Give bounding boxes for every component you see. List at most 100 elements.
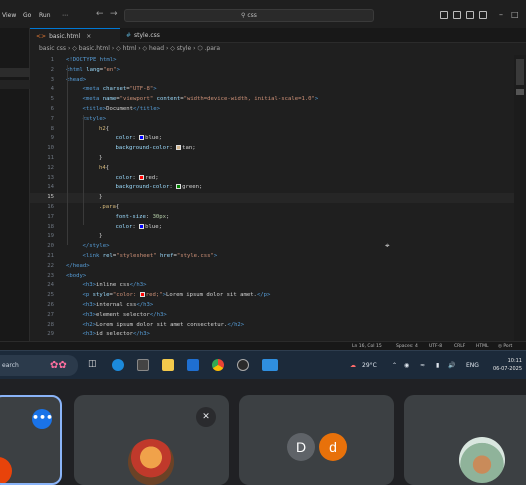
code-line[interactable]: 14 background-color: green; — [30, 183, 526, 193]
code-token: name — [102, 96, 117, 103]
clock-time: 10:11 — [507, 358, 522, 364]
code-line[interactable]: 21 <link rel="stylesheet" href="style.css… — [30, 252, 526, 262]
code-editor[interactable]: 1 <!DOCTYPE html> 2 <html lang="en"> 3 <head>… — [30, 55, 526, 341]
color-swatch[interactable] — [176, 184, 182, 190]
store-icon[interactable] — [137, 359, 149, 371]
language-indicator[interactable]: ENG — [466, 351, 479, 380]
file-explorer-icon[interactable] — [162, 359, 174, 371]
command-search[interactable]: ⚲ css — [124, 9, 374, 22]
line-number: 29 — [47, 331, 54, 338]
code-line[interactable]: 7 <style> — [30, 115, 526, 125]
settings-icon[interactable] — [237, 359, 249, 371]
code-line[interactable]: 12 h4{ — [30, 164, 526, 174]
code-line[interactable]: 26 <h3>internal css</h3> — [30, 301, 526, 311]
taskbar: earch ✿✿ ◫ ☁ 29°C ⌃ ◉ ≈ ▮ 🔊 ENG 10:11 06… — [0, 350, 526, 379]
code-token: <h3> — [82, 311, 96, 318]
participant-tile[interactable]: ✕ — [74, 395, 229, 485]
task-view-icon[interactable]: ◫ — [88, 359, 97, 369]
close-tab-icon[interactable]: × — [86, 33, 91, 40]
tab-basic-html[interactable]: <> basic.html × — [30, 28, 120, 43]
code-token: font-size — [115, 213, 146, 220]
line-number: 7 — [50, 115, 54, 122]
code-token: { — [105, 125, 110, 132]
toggle-sidebar-icon[interactable] — [440, 11, 448, 19]
code-line[interactable]: 8 h2{ — [30, 125, 526, 135]
code-text: <meta name="viewport" content="width=dev… — [83, 95, 319, 105]
forward-arrow-icon[interactable]: → — [110, 9, 118, 19]
code-line[interactable]: 24 <h3>inline css</h3> — [30, 281, 526, 291]
code-line[interactable]: 10 background-color: tan; — [30, 144, 526, 154]
code-line[interactable]: 17 font-size: 30px; — [30, 213, 526, 223]
code-line[interactable]: 2 <html lang="en"> — [30, 66, 526, 76]
code-line[interactable]: 19} — [30, 232, 526, 242]
code-line[interactable]: 4 <meta charset="UTF-8"> — [30, 85, 526, 95]
color-swatch[interactable] — [139, 135, 145, 141]
code-text: <style> — [83, 115, 107, 125]
code-line[interactable]: 29 <h3>id selector</h3> — [30, 330, 526, 340]
toggle-secondary-sidebar-icon[interactable] — [466, 11, 474, 19]
color-swatch[interactable] — [139, 223, 145, 229]
line-number: 19 — [47, 233, 54, 240]
clock[interactable]: 10:11 06-07-2025 — [493, 357, 522, 373]
color-swatch[interactable] — [139, 292, 145, 298]
code-line[interactable]: 23 <body> — [30, 272, 526, 282]
vscode-icon[interactable] — [262, 359, 278, 371]
code-token: "stylesheet" — [116, 253, 160, 259]
title-bar: View Go Run ⋯ ← → ⚲ css – □ — [0, 0, 526, 28]
code-line[interactable]: 28 <h2>Lorem ipsum dolor sit amet consect… — [30, 321, 526, 331]
tab-style-css[interactable]: # style.css — [120, 28, 180, 43]
code-line[interactable]: 9 color: blue; — [30, 134, 526, 144]
code-line[interactable]: 1 <!DOCTYPE html> — [30, 56, 526, 66]
participant-tile[interactable] — [404, 395, 526, 485]
minimap[interactable] — [514, 55, 526, 341]
customize-layout-icon[interactable] — [479, 11, 487, 19]
code-line[interactable]: 16 .para{ — [30, 203, 526, 213]
code-line[interactable]: 18 color: blue; — [30, 223, 526, 233]
editor-tabs: <> basic.html × # style.css — [30, 28, 526, 43]
minimap-block — [516, 89, 524, 95]
speaker-icon[interactable]: 🔊 — [448, 351, 455, 380]
taskbar-search[interactable]: earch ✿✿ — [0, 355, 78, 376]
code-text: <title>Document</title> — [83, 105, 160, 115]
minimize-button[interactable]: – — [499, 10, 503, 19]
network-icon[interactable]: ◉ — [404, 351, 409, 380]
menu-run[interactable]: Run — [39, 12, 51, 19]
maximize-button[interactable]: □ — [511, 10, 519, 19]
menu-view[interactable]: View — [2, 12, 16, 19]
chevron-up-icon[interactable]: ⌃ — [392, 351, 397, 380]
line-number: 21 — [47, 253, 54, 259]
search-icon: ⚲ — [241, 12, 246, 19]
color-swatch[interactable] — [176, 145, 182, 151]
code-token: <h2> — [82, 321, 96, 328]
weather-icon[interactable]: ☁ — [350, 351, 356, 380]
code-line[interactable]: 6 <title>Document</title> — [30, 105, 526, 115]
code-line[interactable]: 11} — [30, 154, 526, 164]
breadcrumb[interactable]: basic css › ◇ basic.html › ◇ html › ◇ he… — [30, 43, 526, 55]
weather-temp[interactable]: 29°C — [362, 351, 377, 380]
code-token: </style> — [82, 243, 110, 250]
back-arrow-icon[interactable]: ← — [96, 9, 104, 19]
more-options-button[interactable]: ••• — [32, 409, 53, 429]
code-line[interactable]: 5 <meta name="viewport" content="width=de… — [30, 95, 526, 105]
code-line[interactable]: 22 </head> — [30, 262, 526, 272]
chrome-icon[interactable] — [212, 359, 224, 371]
code-line[interactable]: 25 <p style="color: red;">Lorem ipsum dol… — [30, 291, 526, 301]
toggle-panel-icon[interactable] — [453, 11, 461, 19]
explorer-row[interactable] — [0, 80, 30, 89]
participant-tile-self[interactable]: ••• — [0, 395, 62, 485]
menu-go[interactable]: Go — [23, 12, 31, 19]
participant-tile[interactable]: D d — [239, 395, 394, 485]
code-line[interactable]: 20 </style> — [30, 242, 526, 252]
mail-icon[interactable] — [187, 359, 199, 371]
explorer-row[interactable] — [0, 68, 30, 77]
code-line[interactable]: 27 <h3>element selector</h3> — [30, 311, 526, 321]
battery-icon[interactable]: ▮ — [436, 351, 439, 380]
wifi-icon[interactable]: ≈ — [420, 351, 425, 380]
code-line[interactable]: 13 color: red; — [30, 174, 526, 184]
code-line[interactable]: 15} — [30, 193, 526, 203]
color-swatch[interactable] — [139, 174, 145, 180]
code-text: <h3>element selector</h3> — [83, 311, 167, 321]
menu-more[interactable]: ⋯ — [62, 12, 68, 19]
edge-icon[interactable] — [112, 359, 124, 371]
code-line[interactable]: 3 <head> — [30, 76, 526, 86]
